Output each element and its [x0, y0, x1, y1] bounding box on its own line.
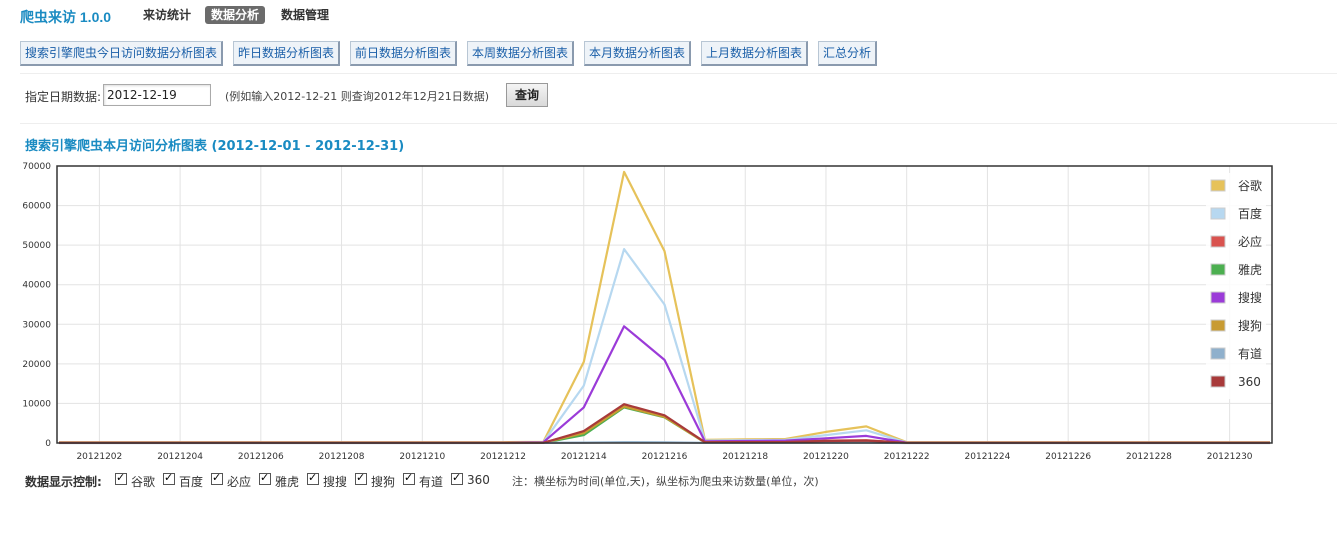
legend-swatch [1210, 375, 1226, 388]
checkbox[interactable] [355, 471, 367, 485]
legend-label: 搜狗 [1238, 318, 1262, 333]
legend-label: 搜搜 [1238, 290, 1262, 305]
legend-label: 必应 [1238, 234, 1262, 249]
legend-swatch [1210, 291, 1226, 304]
y-tick-label: 20000 [22, 360, 51, 370]
y-tick-label: 10000 [22, 399, 51, 409]
x-tick-label: 20121214 [561, 452, 607, 460]
legend-label: 谷歌 [1238, 178, 1262, 193]
x-tick-label: 20121208 [319, 452, 365, 460]
report-yesterday-button[interactable]: 昨日数据分析图表 [233, 41, 341, 66]
y-tick-label: 70000 [22, 162, 51, 172]
date-label: 指定日期数据: [25, 90, 102, 104]
x-tick-label: 20121230 [1207, 452, 1253, 460]
report-summary-button[interactable]: 汇总分析 [818, 41, 878, 66]
date-hint: (例如输入2012-12-21 则查询2012年12月21日数据) [225, 90, 489, 103]
x-tick-label: 20121224 [965, 452, 1011, 460]
x-tick-label: 20121218 [722, 452, 768, 460]
legend-swatch [1210, 263, 1226, 276]
report-week-button[interactable]: 本周数据分析图表 [467, 41, 575, 66]
y-tick-label: 40000 [22, 281, 51, 291]
report-month-button[interactable]: 本月数据分析图表 [584, 41, 692, 66]
legend-label: 有道 [1238, 347, 1262, 361]
axis-note: 注：横坐标为时间(单位,天)，纵坐标为爬虫来访数量(单位，次) [512, 475, 819, 488]
legend-label: 360 [1238, 375, 1261, 389]
report-daybefore-button[interactable]: 前日数据分析图表 [350, 41, 458, 66]
nav-visit-stats[interactable]: 来访统计 [137, 6, 197, 24]
legend-swatch [1210, 207, 1226, 220]
legend-swatch [1210, 235, 1226, 248]
app-brand[interactable]: 爬虫来访 1.0.0 [20, 7, 111, 27]
report-lastmonth-button[interactable]: 上月数据分析图表 [701, 41, 809, 66]
line-chart: 0 10000 20000 30000 40000 50000 60000 70000 2012… [22, 162, 1273, 460]
y-tick-label: 30000 [22, 320, 51, 330]
nav-data-analysis[interactable]: 数据分析 [205, 6, 266, 24]
y-tick-label: 50000 [22, 241, 51, 251]
checkbox[interactable] [403, 471, 415, 485]
checkbox[interactable] [115, 471, 127, 485]
legend-swatch [1210, 347, 1226, 360]
x-tick-label: 20121206 [238, 452, 284, 460]
divider [20, 73, 1337, 74]
legend-label: 百度 [1238, 206, 1262, 221]
x-tick-label: 20121216 [642, 452, 688, 460]
y-tick-label: 0 [45, 439, 51, 449]
x-tick-label: 20121210 [399, 452, 445, 460]
report-today-button[interactable]: 搜索引擎爬虫今日访问数据分析图表 [20, 41, 224, 66]
x-tick-label: 20121228 [1126, 452, 1172, 460]
controls-title: 数据显示控制: [25, 475, 102, 489]
y-tick-label: 60000 [22, 202, 51, 212]
checkbox[interactable] [163, 471, 175, 485]
legend-swatch [1210, 179, 1226, 192]
chart-title: 搜索引擎爬虫本月访问分析图表 (2012-12-01 - 2012-12-31) [25, 139, 405, 154]
checkbox[interactable] [307, 471, 319, 485]
checkbox[interactable] [211, 471, 223, 485]
checkbox[interactable] [451, 471, 463, 485]
divider [20, 123, 1337, 124]
legend-label: 雅虎 [1238, 262, 1262, 277]
checkbox[interactable] [259, 471, 271, 485]
x-tick-label: 20121212 [480, 452, 526, 460]
query-button[interactable]: 查询 [506, 83, 548, 107]
legend-swatch [1210, 319, 1226, 332]
nav-data-management[interactable]: 数据管理 [275, 6, 335, 24]
date-input[interactable] [103, 84, 211, 106]
x-tick-label: 20121204 [157, 452, 203, 460]
top-nav: 爬虫来访 1.0.0 来访统计 数据分析 数据管理 [0, 0, 1337, 30]
x-tick-label: 20121202 [76, 452, 122, 460]
x-tick-label: 20121220 [803, 452, 849, 460]
x-tick-label: 20121222 [884, 452, 930, 460]
x-tick-label: 20121226 [1045, 452, 1091, 460]
